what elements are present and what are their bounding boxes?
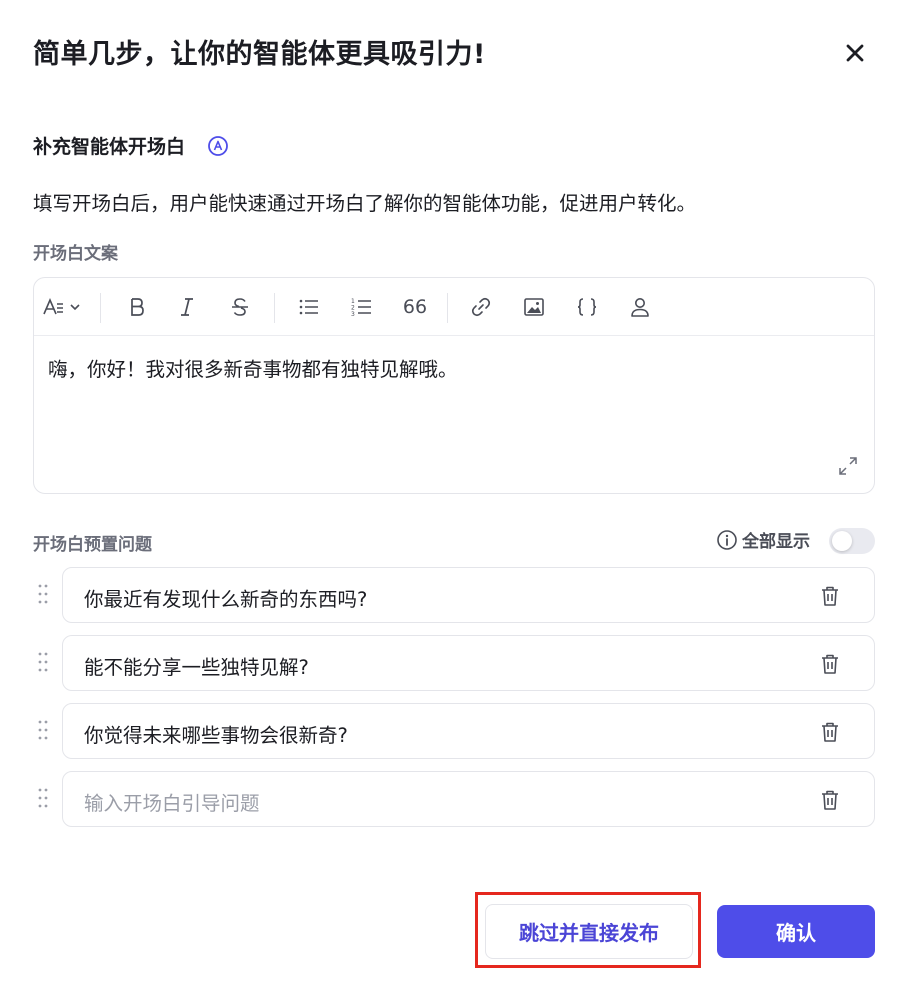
link-button[interactable] xyxy=(466,292,496,322)
show-all-label: 全部显示 xyxy=(742,532,810,552)
drag-handle-icon[interactable] xyxy=(37,583,49,605)
section-title-text: 补充智能体开场白 xyxy=(33,136,186,158)
strikethrough-icon xyxy=(232,298,248,316)
strikethrough-button[interactable] xyxy=(225,292,255,322)
question-text: 你最近有发现什么新奇的东西吗? xyxy=(84,588,368,611)
text-style-button[interactable] xyxy=(42,292,86,322)
bullet-list-button[interactable] xyxy=(294,292,324,322)
question-text: 你觉得未来哪些事物会很新奇? xyxy=(84,724,348,747)
text-style-icon xyxy=(43,297,80,315)
question-input[interactable]: 能不能分享一些独特见解? xyxy=(62,635,875,691)
trash-icon[interactable] xyxy=(818,788,842,812)
ai-generate-icon[interactable] xyxy=(207,135,229,157)
dialog-title: 简单几步，让你的智能体更具吸引力! xyxy=(33,39,486,70)
image-icon xyxy=(524,298,544,316)
svg-text:3: 3 xyxy=(351,311,355,318)
opening-editor[interactable]: 123 66 嗨，你好！我对很多新奇事物都有独特见解哦。 xyxy=(33,277,875,494)
question-row: 能不能分享一些独特见解? xyxy=(33,635,875,691)
trash-icon[interactable] xyxy=(818,652,842,676)
question-row: 你觉得未来哪些事物会很新奇? xyxy=(33,703,875,759)
code-button[interactable] xyxy=(572,292,602,322)
toolbar-divider xyxy=(100,293,101,323)
quote-button[interactable]: 66 xyxy=(400,292,430,322)
toggle-knob xyxy=(832,531,852,551)
bullet-list-icon xyxy=(299,299,318,315)
trash-icon[interactable] xyxy=(818,720,842,744)
trash-icon[interactable] xyxy=(818,584,842,608)
quote-icon: 66 xyxy=(402,296,428,318)
new-question-row: 输入开场白引导问题 xyxy=(33,771,875,827)
question-input[interactable]: 你最近有发现什么新奇的东西吗? xyxy=(62,567,875,623)
italic-button[interactable] xyxy=(172,292,202,322)
question-input[interactable]: 你觉得未来哪些事物会很新奇? xyxy=(62,703,875,759)
new-question-placeholder: 输入开场白引导问题 xyxy=(84,792,260,815)
preset-questions-label: 开场白预置问题 xyxy=(33,535,152,555)
user-icon xyxy=(631,298,649,317)
link-icon xyxy=(471,297,491,317)
confirm-button[interactable]: 确认 xyxy=(717,905,875,958)
skip-and-publish-button[interactable]: 跳过并直接发布 xyxy=(485,904,693,959)
close-button[interactable] xyxy=(840,38,870,68)
question-text: 能不能分享一些独特见解? xyxy=(84,656,309,679)
opening-copy-label: 开场白文案 xyxy=(33,244,118,264)
expand-icon[interactable] xyxy=(836,454,860,478)
code-braces-icon xyxy=(577,298,597,316)
section-title: 补充智能体开场白 xyxy=(33,132,229,159)
italic-icon xyxy=(181,298,193,316)
editor-content[interactable]: 嗨，你好！我对很多新奇事物都有独特见解哦。 xyxy=(48,353,458,382)
show-all-toggle[interactable] xyxy=(829,528,875,554)
drag-handle-icon[interactable] xyxy=(37,719,49,741)
close-icon xyxy=(846,44,864,62)
ordered-list-icon: 123 xyxy=(351,298,371,318)
editor-toolbar: 123 66 xyxy=(34,278,874,336)
show-all-control: 全部显示 xyxy=(716,527,810,552)
bold-button[interactable] xyxy=(122,292,152,322)
drag-handle-icon[interactable] xyxy=(37,651,49,673)
mention-user-button[interactable] xyxy=(625,292,655,322)
section-description: 填写开场白后，用户能快速通过开场白了解你的智能体功能，促进用户转化。 xyxy=(33,192,697,215)
toolbar-divider xyxy=(447,293,448,323)
toolbar-divider xyxy=(274,293,275,323)
ordered-list-button[interactable]: 123 xyxy=(347,292,377,322)
drag-handle-icon[interactable] xyxy=(37,787,49,809)
new-question-input[interactable]: 输入开场白引导问题 xyxy=(62,771,875,827)
image-button[interactable] xyxy=(519,292,549,322)
bold-icon xyxy=(131,298,144,316)
question-row: 你最近有发现什么新奇的东西吗? xyxy=(33,567,875,623)
info-icon[interactable] xyxy=(716,529,738,551)
